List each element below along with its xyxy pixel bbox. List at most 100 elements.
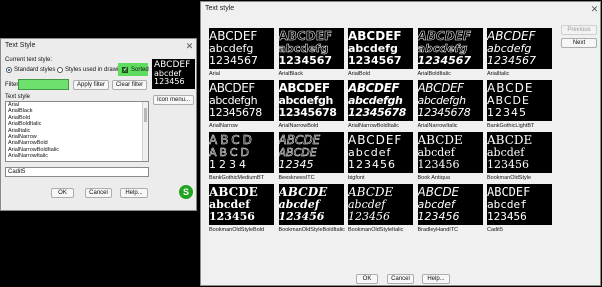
font-sample-line: 1234567 [278, 54, 333, 67]
font-tile-name: ArialBlack [278, 71, 303, 77]
font-sample-line: abcdefgh [278, 94, 334, 107]
font-sample-line: ABCDEF [348, 133, 403, 147]
previous-button[interactable]: Previous [561, 25, 597, 35]
font-sample-line: ABCDE [278, 133, 321, 147]
font-tile[interactable]: ABCDEF abcdefg 1234567 [209, 28, 274, 69]
font-sample-line: 12345 [487, 106, 527, 119]
font-tile[interactable]: ABCDEF abcdef 123456 [348, 132, 413, 173]
font-tile[interactable]: ABCDEF abcdefg 1234567 [278, 28, 344, 69]
font-tile-name: bigfont [348, 175, 365, 181]
font-tile-name: BradleyHandITC [417, 227, 459, 233]
font-sample-line: ABCDEF [487, 185, 531, 199]
font-tile[interactable]: ABCDEF abcdefg 1234567 [348, 28, 413, 69]
selected-style-field[interactable]: Cadit5 [5, 167, 149, 177]
font-sample-line: ABCDEF [209, 29, 258, 43]
font-sample-line: ABCD [209, 133, 255, 147]
font-sample-line: abcdefg [487, 42, 532, 55]
font-sample-line: abcdefgh [209, 94, 258, 107]
list-scrollbar[interactable] [142, 102, 148, 161]
font-tile[interactable]: ABCDE abcdef 123456 [209, 184, 274, 225]
font-tile[interactable]: ABCDEF abcdef 123456 [487, 184, 552, 225]
close-icon[interactable]: ✕ [590, 5, 599, 14]
font-sample-line: abcdef [209, 198, 250, 211]
font-tile[interactable]: ABCD ABCD 1234 [209, 132, 274, 173]
dialog-title: Text Style [5, 42, 36, 49]
font-sample-line: 12345 [278, 158, 314, 171]
used-styles-radio[interactable] [57, 67, 63, 73]
font-sample-line: ABCDEF [209, 81, 255, 95]
font-sample-line: ABCDE [348, 185, 394, 199]
list-item[interactable]: ArialNarrowItalic [6, 153, 148, 159]
close-icon[interactable]: ✕ [185, 42, 194, 51]
font-tile[interactable]: ABCDE abcdef 123456 [417, 184, 483, 225]
font-sample-line: ABCD [209, 146, 253, 159]
font-sample-line: abcdefgh [348, 94, 403, 107]
font-sample-line: ABCDE [487, 81, 534, 95]
ok-button[interactable]: OK [356, 274, 378, 284]
font-sample-line: abcdef [417, 198, 455, 211]
font-sample-line: 12345678 [417, 106, 471, 119]
text-style-gallery-dialog: Text style ✕ Previous Next ABCDEF abcdefg… [200, 1, 601, 286]
apply-filter-button[interactable]: Apply filter [73, 80, 109, 90]
font-tile-name: Cadit5 [487, 227, 503, 233]
font-sample-line: abcdefg [209, 42, 254, 55]
scrollbar-thumb[interactable] [144, 108, 147, 122]
font-tile[interactable]: ABCDEF abcdefg 1234567 [417, 28, 483, 69]
sorted-checkbox[interactable]: ✓ [122, 67, 128, 73]
font-sample-line: ABCDE [417, 185, 460, 199]
font-sample-line: 12345678 [278, 106, 337, 119]
text-style-list-label: Text style [5, 94, 31, 100]
font-tile-name: BookmanOldStyleBoldItalic [278, 227, 345, 233]
clear-filter-button[interactable]: Clear filter [112, 80, 147, 90]
font-tile[interactable]: ABCDEF abcdefg 1234567 [487, 28, 552, 69]
filter-label: Filter [5, 82, 19, 88]
font-sample-line: abcdefg [348, 42, 398, 55]
font-tile-name: BankGothicMediumBT [209, 175, 265, 181]
font-tile[interactable]: ABCDEF abcdefgh 12345678 [348, 80, 413, 121]
font-sample-line: ABCDE [417, 133, 463, 147]
current-style-preview: ABCDEF abcdef 123456 [152, 59, 195, 89]
next-button[interactable]: Next [561, 38, 597, 48]
help-button[interactable]: Help... [120, 188, 148, 198]
font-sample-line: 1234567 [209, 54, 258, 67]
font-sample-line: abcdef [348, 146, 392, 159]
current-style-label: Current text style: [5, 57, 53, 63]
font-tile-name: ArialNarrowBold [278, 123, 319, 129]
cancel-button[interactable]: Cancel [85, 188, 112, 198]
font-sample-line: ABCDE [278, 146, 317, 159]
used-styles-label: Styles used in drawing [65, 67, 126, 73]
font-tile-name: Book Antiqua [417, 175, 450, 181]
font-sample-line: abcdefg [417, 42, 468, 55]
filter-input[interactable] [18, 79, 69, 90]
font-sample-line: 123456 [278, 210, 325, 223]
help-button[interactable]: Help... [422, 274, 450, 284]
font-tile-name: ArialNarrow [209, 123, 238, 129]
text-style-list[interactable]: Arial ArialBlack ArialBold ArialBoldItal… [5, 101, 149, 162]
font-tile-name: ArialNarrowBoldItalic [348, 123, 400, 129]
font-sample-line: ABCDE [487, 94, 530, 107]
font-tile[interactable]: ABCDE ABCDE 12345 [487, 80, 552, 121]
font-tile[interactable]: ABCDE abcdef 123456 [278, 184, 344, 225]
font-tile[interactable]: ABCDE abcdef 123456 [487, 132, 552, 173]
font-tile[interactable]: ABCDEF abcdefgh 12345678 [209, 80, 274, 121]
font-sample-line: 12345678 [348, 106, 407, 119]
font-sample-line: ABCDE [209, 185, 258, 199]
sorted-label: Sorted [131, 67, 149, 73]
standard-styles-radio[interactable] [6, 67, 12, 73]
ok-button[interactable]: OK [51, 188, 74, 198]
font-tile[interactable]: ABCDEF abcdefgh 12345678 [278, 80, 344, 121]
cancel-button[interactable]: Cancel [387, 274, 414, 284]
font-sample-line: abcdef [417, 146, 455, 159]
font-sample-line: ABCDEF [487, 29, 536, 43]
font-tile-name: ArialItalic [487, 71, 510, 77]
font-sample-line: abcdef [278, 198, 320, 211]
icon-menu-button[interactable]: Icon menu... [153, 95, 194, 105]
font-tile-name: BankGothicLightBT [487, 123, 535, 129]
font-tile[interactable]: ABCDE ABCDE 12345 [278, 132, 344, 173]
font-tile[interactable]: ABCDEF abcdefgh 12345678 [417, 80, 483, 121]
font-tile-name: ArialBold [348, 71, 371, 77]
font-tile[interactable]: ABCDE abcdef 123456 [348, 184, 413, 225]
font-tile[interactable]: ABCDE abcdef 123456 [417, 132, 483, 173]
font-tile-name: ArialNarrowItalic [417, 123, 458, 129]
font-sample-line: abcdef [487, 198, 527, 211]
